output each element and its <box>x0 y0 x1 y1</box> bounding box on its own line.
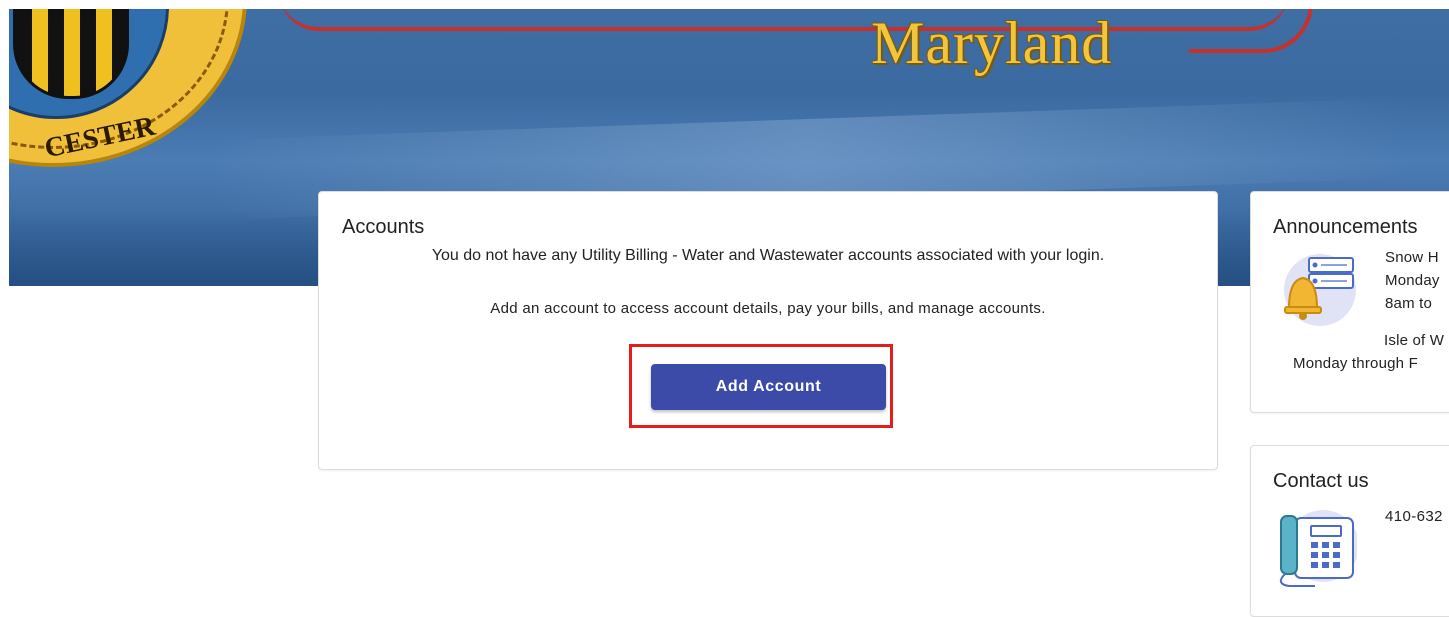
banner-title-script-decoration <box>279 9 1289 31</box>
contact-card: Contact us 410-632 <box>1250 445 1449 617</box>
announcement-line: Snow H <box>1385 249 1439 266</box>
contact-title: Contact us <box>1273 470 1369 492</box>
add-account-hint: Add an account to access account details… <box>490 300 1046 317</box>
add-account-button[interactable]: Add Account <box>651 364 886 410</box>
banner-region-text: Maryland <box>871 10 1113 76</box>
accounts-card: Accounts You do not have any Utility Bil… <box>318 191 1218 470</box>
banner-title-script-flourish <box>1189 9 1313 53</box>
bell-notification-icon <box>1279 250 1361 331</box>
page-left-margin <box>0 0 9 599</box>
accounts-title: Accounts <box>342 216 425 238</box>
announcements-card: Announcements Snow H Monday 8am to Isle … <box>1250 191 1449 413</box>
announcement-line: Isle of W <box>1384 332 1445 349</box>
contact-phone[interactable]: 410-632 <box>1385 508 1443 525</box>
announcement-line: 8am to <box>1385 295 1433 312</box>
announcement-line: Monday <box>1385 272 1440 289</box>
telephone-icon <box>1275 508 1359 593</box>
no-accounts-message: You do not have any Utility Billing - Wa… <box>431 247 1105 264</box>
announcement-line: Monday through F <box>1293 355 1418 372</box>
announcements-title: Announcements <box>1273 216 1418 238</box>
